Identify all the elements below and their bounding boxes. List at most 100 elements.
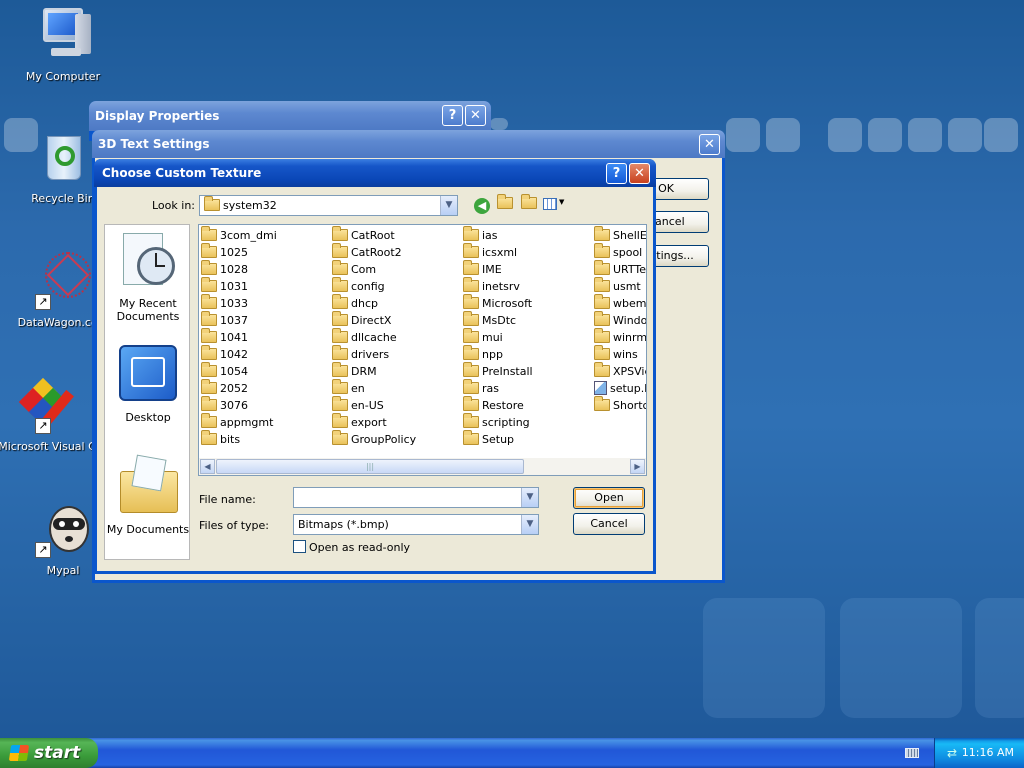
file-item[interactable]: GroupPolicy [332, 430, 416, 448]
close-button[interactable]: ✕ [629, 163, 650, 184]
scroll-left-button[interactable]: ◀ [200, 459, 215, 474]
folder-icon [201, 294, 217, 309]
folder-icon [463, 345, 479, 360]
file-item[interactable]: 1054 [201, 362, 248, 380]
readonly-checkbox[interactable] [293, 540, 306, 553]
file-item[interactable]: Windows [594, 311, 646, 329]
file-item[interactable]: 1041 [201, 328, 248, 346]
folder-icon [463, 328, 479, 343]
folder-icon [201, 396, 217, 411]
desktop-icon-visual-c[interactable]: ↗ Microsoft Visual C [0, 374, 97, 453]
folder-icon [463, 396, 479, 411]
file-item[interactable]: 1037 [201, 311, 248, 329]
file-item[interactable]: Restore [463, 396, 524, 414]
file-item[interactable]: ras [463, 379, 499, 397]
file-item[interactable]: 1042 [201, 345, 248, 363]
file-item[interactable]: inetsrv [463, 277, 520, 295]
file-item[interactable]: URTTemp [594, 260, 646, 278]
file-item[interactable]: Setup [463, 430, 514, 448]
close-button[interactable]: ✕ [465, 105, 486, 126]
new-folder-button[interactable] [521, 194, 539, 213]
file-item[interactable]: 2052 [201, 379, 248, 397]
folder-icon [201, 379, 217, 394]
recent-documents-icon [119, 231, 177, 291]
file-item[interactable]: drivers [332, 345, 389, 363]
cancel-button[interactable]: Cancel [573, 513, 645, 535]
windows-logo-icon [8, 745, 30, 761]
file-item[interactable]: 1028 [201, 260, 248, 278]
network-icon[interactable]: ⇄ [943, 746, 957, 760]
place-my-documents[interactable]: My Documents [105, 453, 191, 536]
scroll-right-button[interactable]: ▶ [630, 459, 645, 474]
file-item[interactable]: en-US [332, 396, 384, 414]
shortcut-arrow-icon: ↗ [35, 294, 51, 310]
file-item[interactable]: CatRoot2 [332, 243, 402, 261]
visual-studio-icon: ↗ [17, 374, 77, 434]
file-item[interactable]: winrm [594, 328, 646, 346]
help-button[interactable]: ? [442, 105, 463, 126]
file-name-input[interactable]: ▼ [293, 487, 539, 508]
file-item[interactable]: Microsoft [463, 294, 532, 312]
folder-icon [463, 413, 479, 428]
file-item[interactable]: npp [463, 345, 503, 363]
place-desktop[interactable]: Desktop [105, 343, 191, 424]
file-item[interactable]: Com [332, 260, 376, 278]
file-item[interactable]: appmgmt [201, 413, 273, 431]
file-item[interactable]: config [332, 277, 385, 295]
folder-icon [201, 345, 217, 360]
folder-icon [201, 362, 217, 377]
chevron-down-icon: ▼ [521, 515, 538, 534]
look-in-label: Look in: [152, 199, 195, 212]
file-item[interactable]: wbem [594, 294, 646, 312]
file-item[interactable]: ShellExt [594, 226, 646, 244]
file-item[interactable]: 1033 [201, 294, 248, 312]
horizontal-scrollbar[interactable]: ◀ ||| ▶ [199, 458, 646, 475]
file-item[interactable]: en [332, 379, 365, 397]
file-item[interactable]: Shortcut [594, 396, 646, 414]
file-item[interactable]: dhcp [332, 294, 378, 312]
scroll-thumb[interactable]: ||| [216, 459, 524, 474]
file-item[interactable]: IME [463, 260, 502, 278]
back-button[interactable]: ◀ [474, 198, 490, 214]
file-item[interactable]: 1031 [201, 277, 248, 295]
help-button[interactable]: ? [606, 163, 627, 184]
view-menu-button[interactable]: ▼ [543, 198, 569, 212]
view-grid-icon [543, 198, 557, 210]
folder-icon [594, 226, 610, 241]
keyboard-icon[interactable] [905, 748, 919, 758]
file-item[interactable]: dllcache [332, 328, 397, 346]
file-item[interactable]: usmt [594, 277, 641, 295]
file-item[interactable]: XPSViewer [594, 362, 646, 380]
start-button[interactable]: start [0, 738, 98, 768]
file-item[interactable]: CatRoot [332, 226, 395, 244]
bitmap-file-icon [594, 381, 607, 395]
file-item[interactable]: spool [594, 243, 642, 261]
places-bar: My Recent Documents Desktop My Documents [104, 224, 190, 560]
file-item[interactable]: bits [201, 430, 240, 448]
file-item[interactable]: 3076 [201, 396, 248, 414]
file-item[interactable]: MsDtc [463, 311, 516, 329]
file-item[interactable]: wins [594, 345, 638, 363]
file-item[interactable]: mui [463, 328, 503, 346]
file-item[interactable]: icsxml [463, 243, 517, 261]
file-item[interactable]: export [332, 413, 387, 431]
mypal-icon: ↗ [33, 498, 93, 558]
files-of-type-dropdown[interactable]: Bitmaps (*.bmp) ▼ [293, 514, 539, 535]
files-of-type-label: Files of type: [199, 519, 270, 532]
close-button[interactable]: ✕ [699, 134, 720, 155]
file-item[interactable]: ias [463, 226, 498, 244]
look-in-dropdown[interactable]: system32 ▼ [199, 195, 458, 216]
recycle-bin-icon [33, 126, 93, 186]
place-recent-documents[interactable]: My Recent Documents [105, 231, 191, 323]
file-item[interactable]: 1025 [201, 243, 248, 261]
desktop-icon-my-computer[interactable]: My Computer [13, 4, 113, 83]
file-item[interactable]: DRM [332, 362, 377, 380]
file-item[interactable]: scripting [463, 413, 530, 431]
file-item[interactable]: PreInstall [463, 362, 533, 380]
file-item[interactable]: setup.bmp [594, 380, 646, 397]
up-folder-button[interactable] [497, 194, 515, 213]
file-item[interactable]: 3com_dmi [201, 226, 277, 244]
open-button[interactable]: Open [573, 487, 645, 509]
file-item[interactable]: DirectX [332, 311, 391, 329]
window-title: Display Properties [95, 109, 220, 123]
